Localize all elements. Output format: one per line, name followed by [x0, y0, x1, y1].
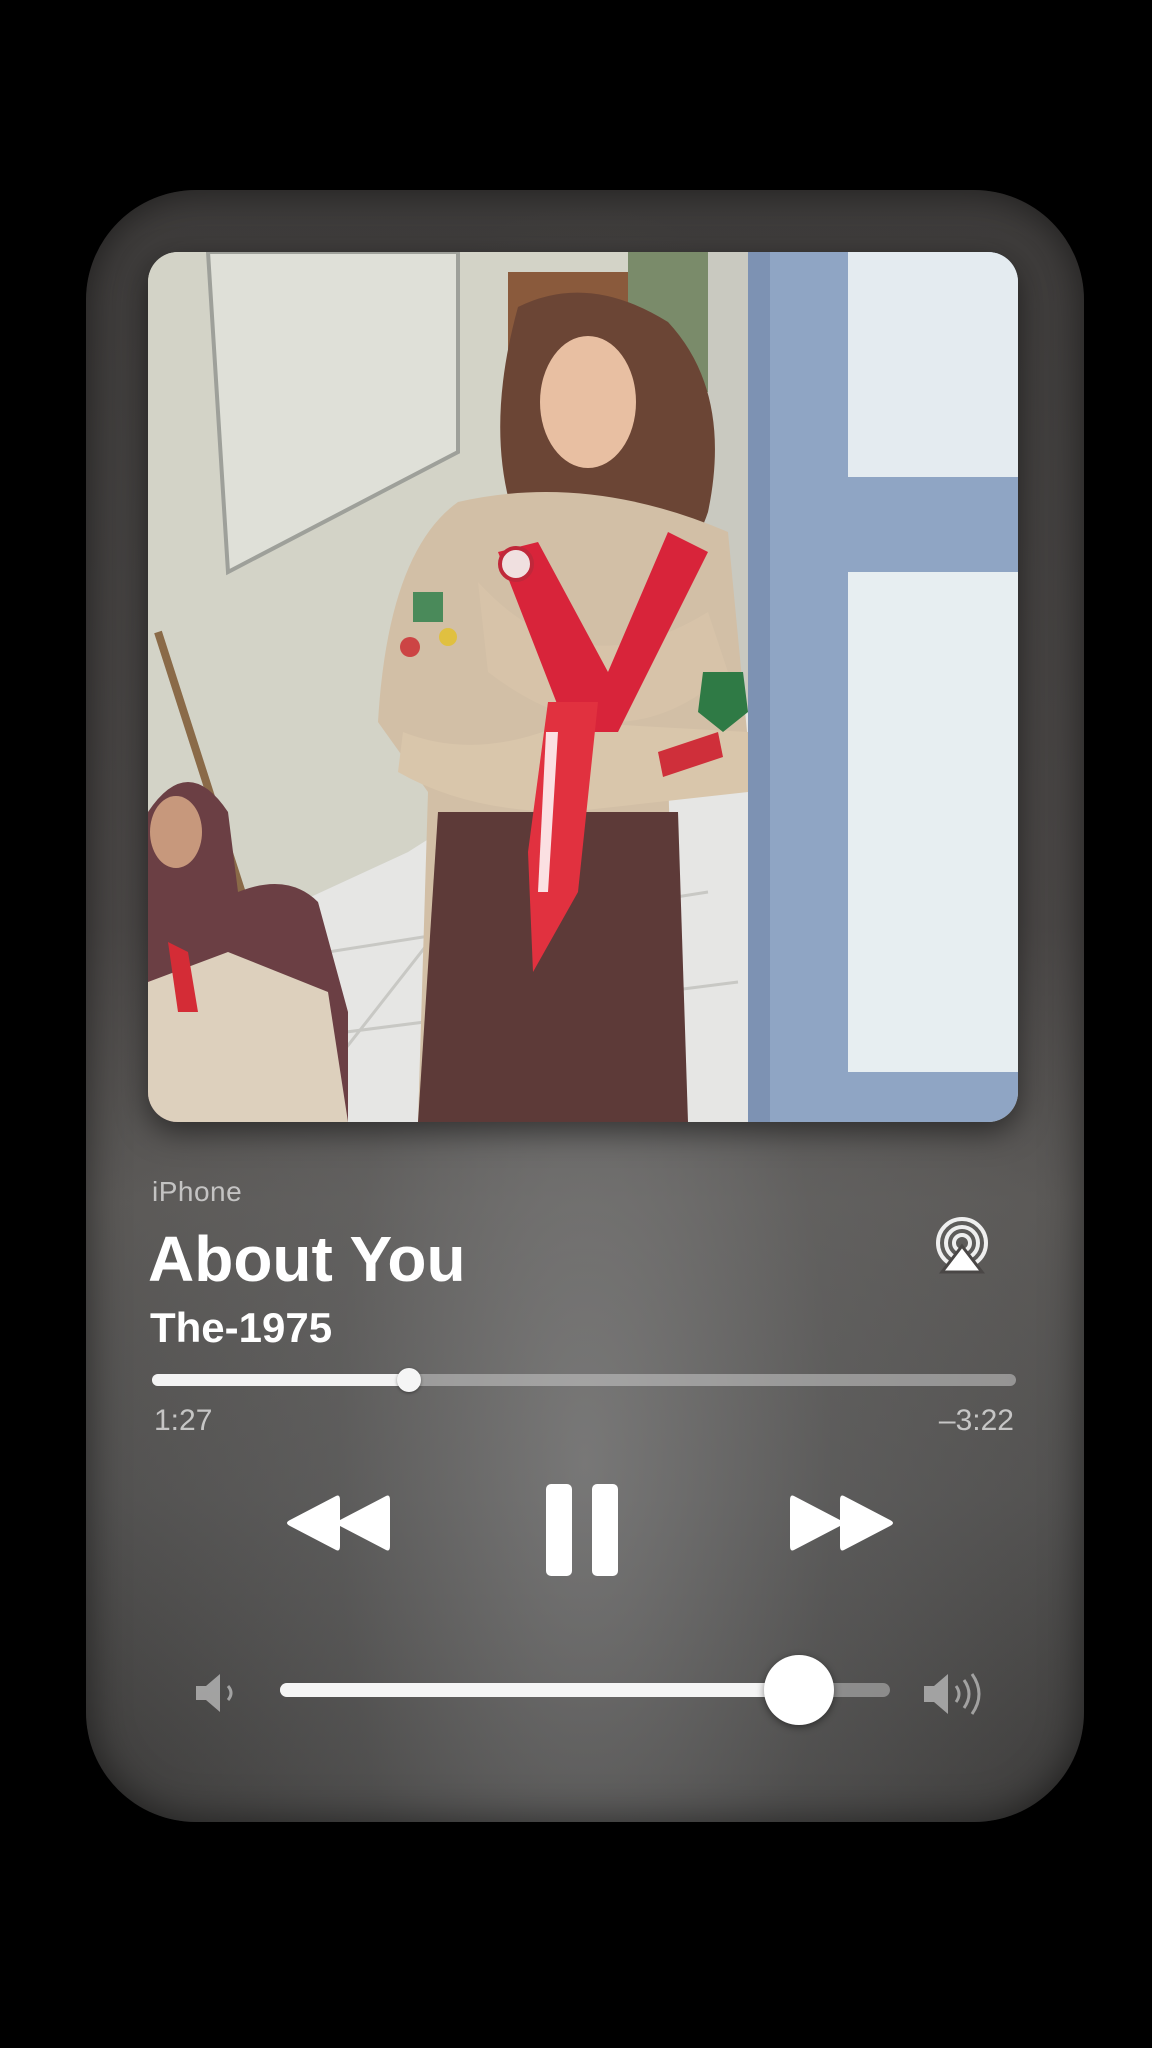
now-playing-card: iPhone About You The-1975 1:27 –3:22	[86, 190, 1084, 1822]
fast-forward-icon	[790, 1495, 893, 1551]
pause-icon	[546, 1484, 618, 1576]
volume-high-icon	[920, 1666, 992, 1722]
volume-slider-handle[interactable]	[763, 1655, 834, 1725]
remaining-time: –3:22	[938, 1404, 1014, 1437]
playback-scrubber[interactable]	[152, 1368, 1016, 1392]
volume-slider[interactable]	[280, 1655, 890, 1725]
track-title: About You	[148, 1223, 466, 1295]
screen: iPhone About You The-1975 1:27 –3:22	[0, 0, 1152, 2048]
volume-slider-fill	[280, 1683, 799, 1697]
elapsed-time: 1:27	[154, 1404, 213, 1437]
playback-scrubber-handle[interactable]	[397, 1368, 422, 1392]
fast-forward-button[interactable]	[786, 1490, 898, 1556]
pause-button[interactable]	[544, 1482, 620, 1578]
rewind-icon	[287, 1495, 390, 1551]
album-artwork	[148, 252, 1018, 1122]
track-artist[interactable]: The-1975	[150, 1304, 332, 1352]
output-device-label: iPhone	[152, 1176, 243, 1207]
rewind-button[interactable]	[282, 1490, 394, 1556]
volume-low-icon	[192, 1668, 242, 1718]
album-artwork-image	[148, 252, 1018, 1122]
playback-progress-fill	[152, 1374, 410, 1386]
airplay-icon[interactable]	[932, 1216, 992, 1276]
